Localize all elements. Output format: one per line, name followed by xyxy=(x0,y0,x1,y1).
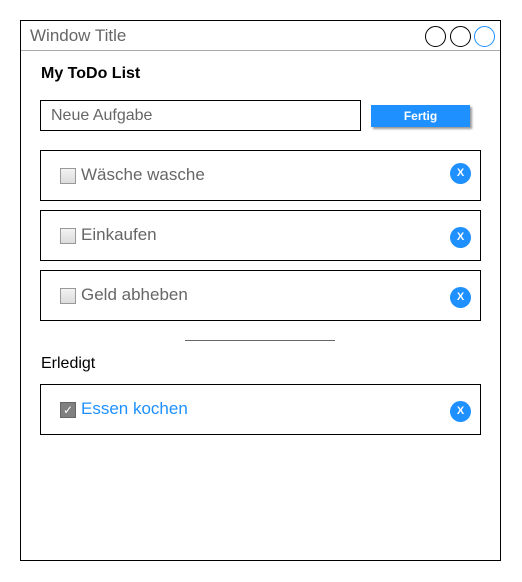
page-title: My ToDo List xyxy=(41,65,141,82)
section-divider xyxy=(185,340,335,341)
task-checkbox[interactable] xyxy=(60,228,76,244)
done-button[interactable]: Fertig xyxy=(371,105,470,127)
task-card: Geld abheben X xyxy=(40,270,481,321)
delete-task-button[interactable]: X xyxy=(450,227,471,248)
task-label: Einkaufen xyxy=(81,225,157,244)
completed-task-card: ✓ Essen kochen X xyxy=(40,384,481,435)
title-bar: Window Title xyxy=(21,21,500,51)
task-checkbox-checked[interactable]: ✓ xyxy=(60,402,76,418)
delete-task-button[interactable]: X xyxy=(450,401,471,422)
delete-task-button[interactable]: X xyxy=(450,163,471,184)
task-label: Geld abheben xyxy=(81,285,188,304)
new-task-input[interactable] xyxy=(40,100,361,131)
completed-section-title: Erledigt xyxy=(41,355,96,372)
task-checkbox[interactable] xyxy=(60,288,76,304)
completed-task-label: Essen kochen xyxy=(81,399,188,418)
minimize-window-button[interactable] xyxy=(425,26,446,47)
task-card: Wäsche wasche X xyxy=(40,150,481,201)
task-checkbox[interactable] xyxy=(60,168,76,184)
task-label: Wäsche wasche xyxy=(81,165,205,184)
window-title: Window Title xyxy=(30,26,127,45)
maximize-window-button[interactable] xyxy=(450,26,471,47)
close-window-button[interactable] xyxy=(474,26,495,47)
delete-task-button[interactable]: X xyxy=(450,287,471,308)
app-window: Window Title My ToDo List Fertig Wäsche … xyxy=(20,20,501,561)
task-card: Einkaufen X xyxy=(40,210,481,261)
